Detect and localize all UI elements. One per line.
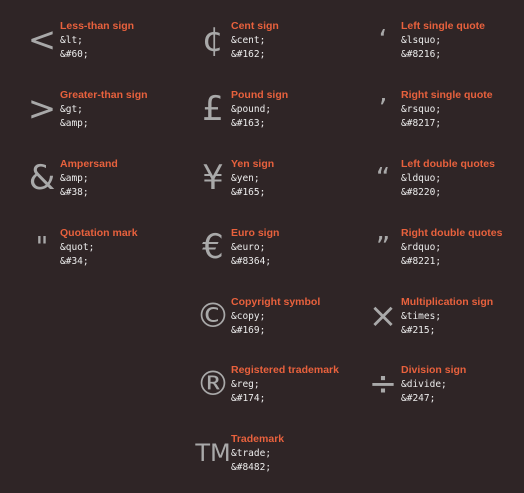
entity-code-named: &quot; <box>60 242 95 253</box>
entity-reference-grid: < Less-than sign &lt; &#60; > Greater-th… <box>0 0 524 493</box>
entity-division: ÷ Division sign &divide; &#247; <box>361 364 524 424</box>
entity-name: Multiplication sign <box>401 296 494 308</box>
entity-greater-than: > Greater-than sign &gt; &amp; <box>20 89 190 149</box>
registered-icon: ® <box>196 364 230 404</box>
left-single-quote-icon: ‘ <box>378 23 388 56</box>
entity-code-named: &reg; <box>231 379 260 390</box>
entity-code-named: &amp; <box>60 173 89 184</box>
entity-name: Yen sign <box>231 158 275 170</box>
entity-name: Pound sign <box>231 89 289 101</box>
entity-code-named: &lt; <box>60 35 83 46</box>
left-double-quote-icon: “ <box>375 161 391 194</box>
entity-code-named: &yen; <box>231 173 260 184</box>
cent-icon: ¢ <box>202 20 224 60</box>
entity-code-numeric: &#8216; <box>401 49 442 60</box>
entity-less-than: < Less-than sign &lt; &#60; <box>20 20 190 80</box>
entity-code-named: &lsquo; <box>401 35 442 46</box>
entity-name: Right single quote <box>401 89 493 101</box>
entity-right-double-quote: ” Right double quotes &rdquo; &#8221; <box>361 227 524 287</box>
entity-code-numeric: &#8217; <box>401 118 442 129</box>
entity-code-numeric: &#174; <box>231 393 266 404</box>
entity-name: Left double quotes <box>401 158 495 170</box>
entity-pound: £ Pound sign &pound; &#163; <box>191 89 361 149</box>
entity-name: Greater-than sign <box>60 89 148 101</box>
entity-registered: ® Registered trademark &reg; &#174; <box>191 364 361 424</box>
entity-code-numeric: &#8221; <box>401 256 442 267</box>
entity-name: Ampersand <box>60 158 118 170</box>
entity-code-numeric: &#163; <box>231 118 266 129</box>
entity-code-numeric: &#169; <box>231 325 266 336</box>
entity-code-numeric: &#162; <box>231 49 266 60</box>
quotation-mark-icon: " <box>35 230 49 263</box>
entity-code-named: &rsquo; <box>401 104 442 115</box>
entity-ampersand: & Ampersand &amp; &#38; <box>20 158 190 218</box>
entity-name: Euro sign <box>231 227 280 239</box>
multiplication-icon: × <box>368 296 398 336</box>
entity-code-numeric: &#60; <box>60 49 89 60</box>
entity-left-double-quote: “ Left double quotes &ldquo; &#8220; <box>361 158 524 218</box>
entity-code-numeric: &#247; <box>401 393 436 404</box>
copyright-icon: © <box>196 296 230 336</box>
entity-code-named: &ldquo; <box>401 173 442 184</box>
entity-code-numeric: &#8364; <box>231 256 272 267</box>
entity-code-numeric: &#34; <box>60 256 89 267</box>
euro-icon: € <box>202 227 224 267</box>
entity-code-named: &divide; <box>401 379 447 390</box>
entity-quotation-mark: " Quotation mark &quot; &#34; <box>20 227 190 287</box>
entity-name: Registered trademark <box>231 364 339 376</box>
entity-cent: ¢ Cent sign &cent; &#162; <box>191 20 361 80</box>
entity-code-named: &cent; <box>231 35 266 46</box>
yen-icon: ¥ <box>202 158 224 198</box>
greater-than-icon: > <box>27 89 57 129</box>
right-double-quote-icon: ” <box>375 230 391 263</box>
entity-copyright: © Copyright symbol &copy; &#169; <box>191 296 361 356</box>
entity-code-numeric: &#8220; <box>401 187 442 198</box>
ampersand-icon: & <box>28 158 56 198</box>
entity-left-single-quote: ‘ Left single quote &lsquo; &#8216; <box>361 20 524 80</box>
entity-code-named: &pound; <box>231 104 272 115</box>
entity-name: Right double quotes <box>401 227 503 239</box>
less-than-icon: < <box>27 20 57 60</box>
entity-code-numeric: &#215; <box>401 325 436 336</box>
entity-code-named: &times; <box>401 311 442 322</box>
pound-icon: £ <box>202 89 224 129</box>
entity-name: Copyright symbol <box>231 296 321 308</box>
entity-code-numeric: &#38; <box>60 187 89 198</box>
entity-code-named: &gt; <box>60 104 83 115</box>
entity-name: Left single quote <box>401 20 485 32</box>
entity-name: Division sign <box>401 364 467 376</box>
entity-code-named: &rdquo; <box>401 242 442 253</box>
right-single-quote-icon: ’ <box>378 92 388 125</box>
entity-code-named: &copy; <box>231 311 266 322</box>
entity-yen: ¥ Yen sign &yen; &#165; <box>191 158 361 218</box>
entity-name: Less-than sign <box>60 20 135 32</box>
entity-code-numeric: &#165; <box>231 187 266 198</box>
entity-code-named: &trade; <box>231 448 272 459</box>
entity-name: Trademark <box>231 433 285 445</box>
entity-euro: € Euro sign &euro; &#8364; <box>191 227 361 287</box>
entity-code-numeric: &#8482; <box>231 462 272 473</box>
entity-code-numeric: &amp; <box>60 118 89 129</box>
entity-trademark: TM Trademark &trade; &#8482; <box>191 433 361 493</box>
entity-multiplication: × Multiplication sign &times; &#215; <box>361 296 524 356</box>
entity-right-single-quote: ’ Right single quote &rsquo; &#8217; <box>361 89 524 149</box>
entity-name: Cent sign <box>231 20 279 32</box>
trademark-icon: TM <box>195 439 231 467</box>
entity-name: Quotation mark <box>60 227 138 239</box>
entity-code-named: &euro; <box>231 242 266 253</box>
division-icon: ÷ <box>368 364 398 404</box>
